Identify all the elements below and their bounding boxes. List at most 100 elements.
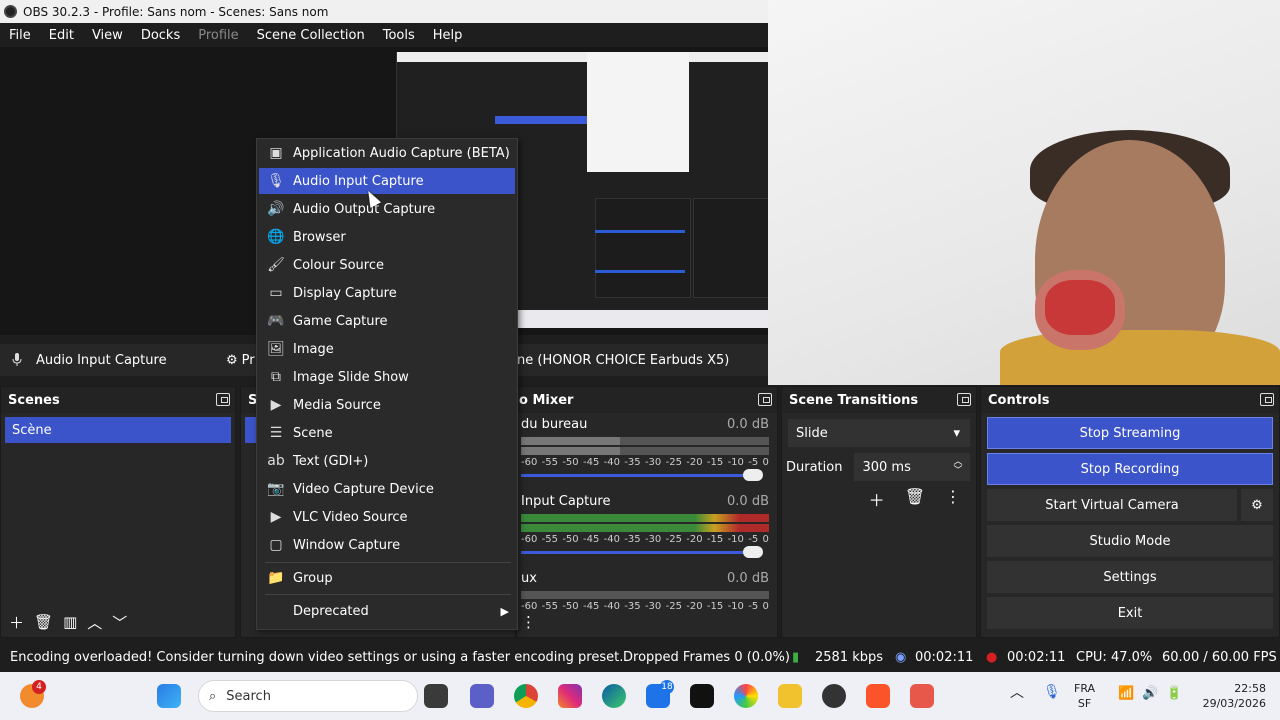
menu-file[interactable]: File <box>0 28 40 43</box>
screen-recorder-icon[interactable] <box>910 684 934 708</box>
more-options-icon[interactable]: ⋮ <box>945 487 961 511</box>
meter-tick-label: -30 <box>644 457 662 468</box>
menu-help[interactable]: Help <box>424 28 472 43</box>
chevron-up-icon[interactable]: ︿ <box>1010 686 1024 701</box>
menu-item-display-capture[interactable]: ▭ Display Capture <box>259 280 515 306</box>
app-audio-icon: ▣ <box>269 145 283 161</box>
obs-taskbar-icon[interactable] <box>822 684 846 708</box>
meter-tick-label: -50 <box>562 534 579 545</box>
volume-slider[interactable] <box>521 546 763 558</box>
webcam-person-shirt <box>1000 330 1280 385</box>
undock-icon[interactable] <box>1260 393 1274 406</box>
menu-item-label: Group <box>293 570 333 586</box>
move-up-icon[interactable]: ︿ <box>87 612 102 633</box>
move-down-icon[interactable]: ﹀ <box>112 612 127 633</box>
duration-spinbox[interactable]: 300 ms ︿ ﹀ <box>854 453 971 481</box>
menu-item-window-capture[interactable]: ▢ Window Capture <box>259 532 515 558</box>
folder-icon[interactable] <box>778 684 802 708</box>
play-icon: ▶ <box>270 397 282 413</box>
windows-start-icon[interactable] <box>157 684 181 708</box>
language-indicator[interactable]: FRA SF <box>1074 681 1095 711</box>
menu-edit[interactable]: Edit <box>40 28 83 43</box>
menu-item-video-capture-device[interactable]: 📷 Video Capture Device <box>259 476 515 502</box>
menu-item-label: Media Source <box>293 397 381 413</box>
meter-tick-label: -25 <box>665 534 682 545</box>
transition-select[interactable]: Slide ▾ <box>788 419 970 447</box>
clock[interactable]: 22:58 29/03/2026 <box>1196 681 1266 711</box>
brave-icon[interactable] <box>866 684 890 708</box>
microphone-icon <box>12 353 22 366</box>
scene-item-label: Scène <box>12 422 52 438</box>
menu-item-application-audio-capture[interactable]: ▣ Application Audio Capture (BETA) <box>259 140 515 166</box>
exit-button[interactable]: Exit <box>987 597 1273 629</box>
add-icon[interactable]: ＋ <box>9 612 24 633</box>
channel-db: 0.0 dB <box>727 494 769 509</box>
scenes-title: Scenes <box>8 392 60 408</box>
start-virtual-camera-button[interactable]: Start Virtual Camera <box>987 489 1237 521</box>
menu-item-media-source[interactable]: ▶ Media Source <box>259 392 515 418</box>
menu-item-group[interactable]: 📁 Group <box>259 565 515 591</box>
slider-knob[interactable] <box>743 469 763 481</box>
properties-label: Pr <box>241 352 255 368</box>
photos-icon[interactable] <box>734 684 758 708</box>
volume-slider[interactable] <box>521 469 763 481</box>
instagram-icon[interactable] <box>558 684 582 708</box>
meter-ticks: -60 -55 -50 -45 -40 -35 -30 -25 -20 -15 -10 -5 0 <box>521 534 769 545</box>
gamepad-icon: 🎮 <box>267 313 285 329</box>
wifi-icon[interactable]: 📶 <box>1118 686 1134 701</box>
menu-item-scene[interactable]: ☰ Scene <box>259 420 515 446</box>
menu-item-audio-output-capture[interactable]: 🔊 Audio Output Capture <box>259 196 515 222</box>
taskbar-search[interactable]: ⌕ Search <box>198 680 418 712</box>
edge-icon[interactable] <box>602 684 626 708</box>
trash-icon[interactable]: 🗑 <box>34 613 53 631</box>
menu-tools[interactable]: Tools <box>374 28 424 43</box>
chrome-icon[interactable] <box>514 684 538 708</box>
device-select[interactable]: ne (HONOR CHOICE Earbuds X5) <box>517 353 729 368</box>
menu-item-colour-source[interactable]: 🖌 Colour Source <box>259 252 515 278</box>
stream-icon: ◉ <box>895 649 907 665</box>
brush-icon: 🖌 <box>267 257 285 273</box>
menu-profile[interactable]: Profile <box>189 28 247 43</box>
window-title: OBS 30.2.3 - Profile: Sans nom - Scenes:… <box>23 4 329 19</box>
more-options-icon[interactable]: ⋮ <box>521 613 536 631</box>
menu-scene-collection[interactable]: Scene Collection <box>248 28 374 43</box>
file-explorer-icon[interactable] <box>424 684 448 708</box>
studio-mode-button[interactable]: Studio Mode <box>987 525 1273 557</box>
menu-item-text-gdi[interactable]: ab Text (GDI+) <box>259 448 515 474</box>
stop-streaming-button[interactable]: Stop Streaming <box>987 417 1273 449</box>
title-bar: OBS 30.2.3 - Profile: Sans nom - Scenes:… <box>0 0 768 23</box>
menu-item-vlc-video-source[interactable]: ▶ VLC Video Source <box>259 504 515 530</box>
undock-icon[interactable] <box>758 393 772 406</box>
microphone-icon[interactable]: 🎙 <box>1043 685 1061 700</box>
stop-recording-button[interactable]: Stop Recording <box>987 453 1273 485</box>
menu-item-image[interactable]: 🖼 Image <box>259 336 515 362</box>
menu-docks[interactable]: Docks <box>132 28 189 43</box>
slider-knob[interactable] <box>743 546 763 558</box>
teams-icon[interactable] <box>470 684 494 708</box>
mixer-title: o Mixer <box>519 392 574 408</box>
menu-item-browser[interactable]: 🌐 Browser <box>259 224 515 250</box>
gear-icon[interactable]: ⚙ <box>1241 489 1273 521</box>
trash-icon[interactable]: 🗑 <box>905 487 925 511</box>
scene-transitions-dock: Scene Transitions Slide ▾ Duration 300 m… <box>781 386 977 638</box>
menu-view[interactable]: View <box>83 28 132 43</box>
undock-icon[interactable] <box>216 393 230 406</box>
filter-icon[interactable]: ▥ <box>63 613 77 631</box>
menu-item-game-capture[interactable]: 🎮 Game Capture <box>259 308 515 334</box>
settings-button[interactable]: Settings <box>987 561 1273 593</box>
battery-icon[interactable]: 🔋 <box>1166 686 1182 701</box>
volume-meter <box>521 591 769 599</box>
menu-item-audio-input-capture[interactable]: 🎙 Audio Input Capture <box>259 168 515 194</box>
scene-item[interactable]: Scène <box>5 417 231 443</box>
menu-item-deprecated[interactable]: Deprecated ▶ <box>259 598 515 624</box>
add-icon[interactable]: ＋ <box>869 487 885 511</box>
undock-icon[interactable] <box>957 393 971 406</box>
properties-button[interactable]: ⚙ Pr <box>226 353 255 368</box>
webcam-red-object <box>1045 280 1115 335</box>
volume-icon[interactable]: 🔊 <box>1142 686 1158 701</box>
menu-item-label: VLC Video Source <box>293 509 408 525</box>
menu-item-image-slide-show[interactable]: ⧉ Image Slide Show <box>259 364 515 390</box>
spin-arrows-icon[interactable]: ︿ ﹀ <box>953 458 962 476</box>
menu-item-label: Scene <box>293 425 333 441</box>
tiktok-icon[interactable] <box>690 684 714 708</box>
